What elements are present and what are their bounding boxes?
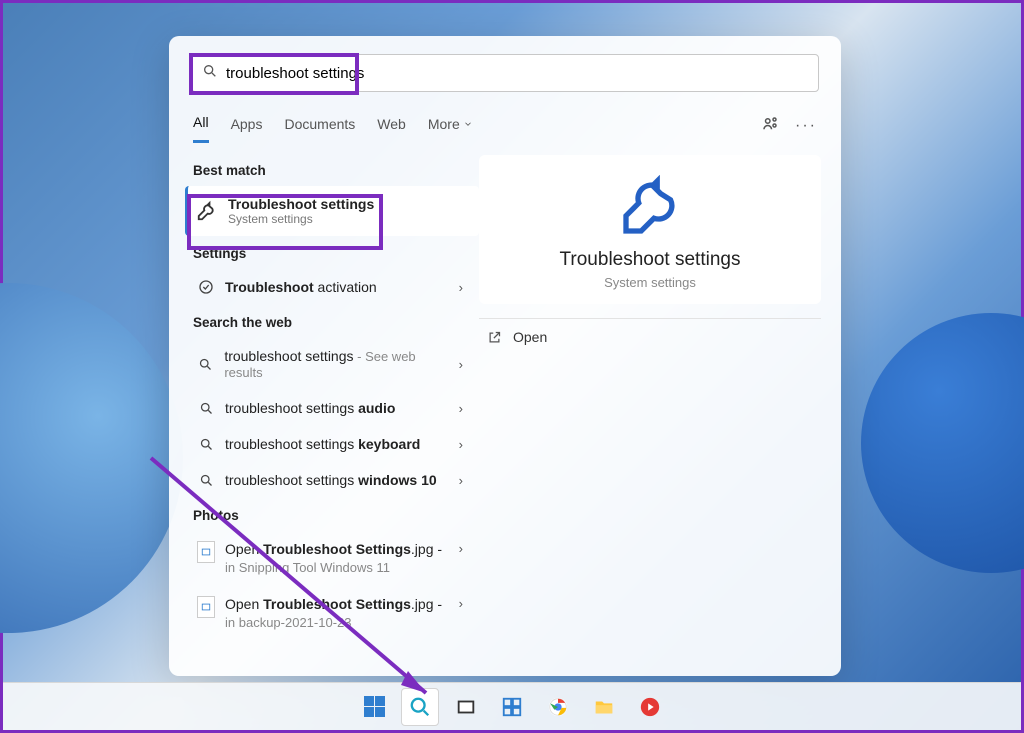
- tab-more[interactable]: More: [428, 110, 473, 142]
- chrome-icon[interactable]: [539, 688, 577, 726]
- check-icon: [197, 279, 215, 295]
- best-match-result[interactable]: Troubleshoot settings System settings: [185, 186, 479, 236]
- image-thumb-icon: [197, 541, 215, 563]
- chevron-right-icon: ›: [459, 541, 463, 556]
- account-icon[interactable]: [761, 115, 779, 136]
- preview-title: Troubleshoot settings: [489, 249, 811, 271]
- tab-apps[interactable]: Apps: [231, 110, 263, 142]
- more-options-icon[interactable]: ···: [795, 117, 817, 135]
- chevron-right-icon: ›: [459, 437, 463, 452]
- wrench-icon: [196, 200, 218, 222]
- tab-all[interactable]: All: [193, 108, 209, 143]
- preview-card: Troubleshoot settings System settings: [479, 155, 821, 304]
- app-icon[interactable]: [631, 688, 669, 726]
- search-icon: [197, 473, 215, 488]
- best-match-title: Troubleshoot settings: [228, 196, 374, 212]
- search-icon: [197, 437, 215, 452]
- search-taskbar-icon[interactable]: [401, 688, 439, 726]
- web-result-item[interactable]: troubleshoot settings windows 10 ›: [191, 462, 469, 498]
- search-input[interactable]: [218, 65, 808, 82]
- wallpaper-shape: [861, 313, 1024, 573]
- settings-result-item[interactable]: Troubleshoot activation ›: [191, 269, 469, 305]
- filter-tabs: All Apps Documents Web More ···: [169, 102, 841, 143]
- best-match-header: Best match: [193, 163, 469, 178]
- preview-subtitle: System settings: [489, 275, 811, 290]
- file-explorer-icon[interactable]: [585, 688, 623, 726]
- web-header: Search the web: [193, 315, 469, 330]
- chevron-right-icon: ›: [459, 401, 463, 416]
- results-column: Best match Troubleshoot settings System …: [169, 143, 479, 668]
- start-search-panel: All Apps Documents Web More ··· Best mat…: [169, 36, 841, 676]
- task-view-icon[interactable]: [447, 688, 485, 726]
- search-icon: [197, 357, 214, 372]
- settings-header: Settings: [193, 246, 469, 261]
- chevron-down-icon: [463, 119, 473, 129]
- wrench-icon: [489, 175, 811, 239]
- best-match-subtitle: System settings: [228, 212, 374, 226]
- tab-web[interactable]: Web: [377, 110, 406, 142]
- web-result-item[interactable]: troubleshoot settings - See web results …: [191, 338, 469, 390]
- web-result-item[interactable]: troubleshoot settings audio ›: [191, 390, 469, 426]
- chevron-right-icon: ›: [459, 357, 463, 372]
- open-button[interactable]: Open: [479, 318, 821, 355]
- search-icon: [197, 401, 215, 416]
- photo-result-item[interactable]: Open Troubleshoot Settings.jpg - in back…: [191, 586, 469, 641]
- chevron-right-icon: ›: [459, 473, 463, 488]
- chevron-right-icon: ›: [459, 280, 463, 295]
- image-thumb-icon: [197, 596, 215, 618]
- open-icon: [485, 330, 503, 345]
- search-icon: [202, 63, 218, 84]
- widgets-icon[interactable]: [493, 688, 531, 726]
- open-label: Open: [513, 329, 547, 345]
- tab-documents[interactable]: Documents: [284, 110, 355, 142]
- start-button[interactable]: [355, 688, 393, 726]
- photos-header: Photos: [193, 508, 469, 523]
- taskbar: [3, 682, 1021, 730]
- photo-result-item[interactable]: Open Troubleshoot Settings.jpg - in Snip…: [191, 531, 469, 586]
- web-result-item[interactable]: troubleshoot settings keyboard ›: [191, 426, 469, 462]
- preview-column: Troubleshoot settings System settings Op…: [479, 143, 841, 668]
- chevron-right-icon: ›: [459, 596, 463, 611]
- search-box[interactable]: [191, 54, 819, 92]
